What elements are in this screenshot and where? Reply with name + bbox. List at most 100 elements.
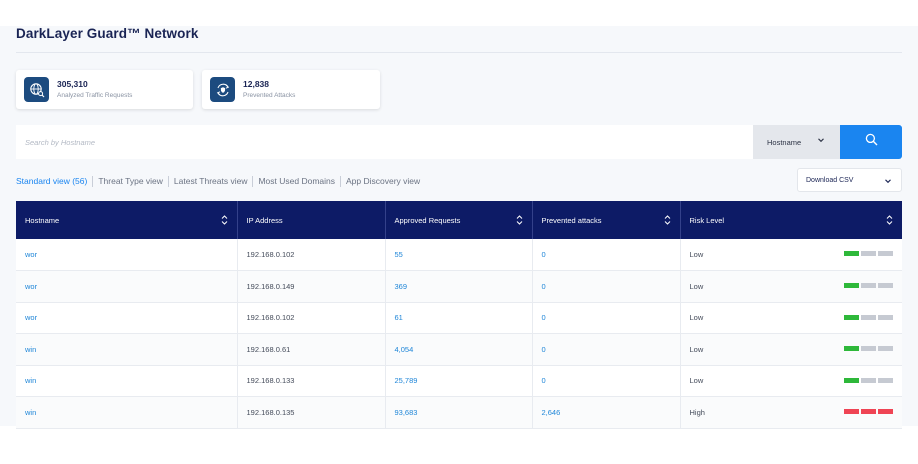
title-divider — [16, 52, 902, 53]
app-window: DarkLayer Guard™ Network 305,310 Analyze… — [0, 0, 918, 464]
table-row[interactable]: win 192.168.0.133 25,789 0 Low — [16, 365, 902, 397]
search-bar: Hostname — [16, 125, 902, 159]
hostname-cell[interactable]: wor — [16, 302, 238, 334]
risk-bar-segment — [844, 409, 859, 414]
risk-bar-segment — [861, 283, 876, 288]
hostname-link[interactable]: win — [25, 376, 36, 385]
search-input[interactable] — [16, 125, 753, 159]
hostname-cell[interactable]: win — [16, 365, 238, 397]
sort-icon[interactable] — [516, 214, 523, 228]
table-row[interactable]: wor 192.168.0.102 55 0 Low — [16, 239, 902, 271]
tab-latest-threats-view[interactable]: Latest Threats view — [169, 175, 253, 187]
tab-app-discovery-view[interactable]: App Discovery view — [341, 175, 425, 187]
column-header-label: Approved Requests — [394, 215, 461, 225]
ip-address-cell: 192.168.0.149 — [237, 270, 386, 303]
download-csv-button[interactable]: Download CSV — [797, 168, 902, 192]
table-row[interactable]: wor 192.168.0.149 369 0 Low — [16, 270, 902, 303]
risk-bar-segment — [861, 314, 876, 320]
risk-level-bars — [844, 346, 893, 351]
tab-standard-view[interactable]: Standard view (56) — [16, 175, 92, 187]
stat-card-attacks: 12,838 Prevented Attacks — [202, 70, 380, 109]
chevron-down-icon — [884, 177, 892, 187]
prevented-attacks-cell[interactable]: 2,646 — [532, 396, 681, 429]
column-header-label: IP Address — [246, 215, 283, 225]
column-header-prevented-attacks[interactable]: Prevented attacks — [532, 201, 681, 239]
hostname-link[interactable]: wor — [25, 313, 37, 322]
view-tabs: Standard view (56) Threat Type view Late… — [16, 175, 425, 187]
redaction-mask — [39, 334, 119, 365]
hostname-cell[interactable]: win — [16, 333, 238, 366]
hostname-cell[interactable]: wor — [16, 270, 238, 303]
column-header-ip-address: IP Address — [237, 201, 386, 239]
column-header-label: Prevented attacks — [541, 215, 602, 225]
risk-bar-segment — [878, 314, 893, 320]
redaction-mask — [39, 302, 119, 333]
prevented-attacks-cell[interactable]: 0 — [532, 270, 681, 303]
risk-bar-segment — [844, 283, 859, 288]
hostname-cell[interactable]: wor — [16, 239, 238, 271]
redaction-mask — [39, 365, 119, 396]
risk-level-cell: Low — [680, 365, 902, 397]
hostname-link[interactable]: win — [25, 408, 36, 417]
hostname-filter-select[interactable]: Hostname — [753, 125, 840, 159]
approved-requests-cell[interactable]: 369 — [385, 270, 533, 303]
risk-level-cell: High — [680, 396, 902, 429]
approved-requests-cell[interactable]: 61 — [385, 302, 533, 334]
redaction-mask — [39, 239, 119, 270]
risk-bar-segment — [878, 409, 893, 414]
stat-value: 305,310 — [57, 79, 88, 89]
sort-icon[interactable] — [886, 214, 893, 228]
column-header-label: Hostname — [25, 215, 60, 225]
risk-level-label: Low — [689, 313, 704, 323]
table-row[interactable]: win 192.168.0.61 4,054 0 Low — [16, 333, 902, 366]
column-header-label: Risk Level — [689, 215, 725, 225]
prevented-attacks-cell[interactable]: 0 — [532, 239, 681, 271]
sort-icon[interactable] — [664, 214, 671, 228]
prevented-attacks-cell[interactable]: 0 — [532, 365, 681, 397]
ip-address-cell: 192.168.0.61 — [237, 333, 386, 366]
tab-threat-type-view[interactable]: Threat Type view — [93, 175, 168, 187]
risk-bar-segment — [861, 251, 876, 256]
risk-bar-segment — [861, 346, 876, 351]
chevron-down-icon — [817, 136, 825, 146]
risk-bar-segment — [861, 377, 876, 383]
risk-level-bars — [844, 377, 893, 383]
sort-icon[interactable] — [221, 214, 228, 228]
risk-level-cell: Low — [680, 302, 902, 334]
risk-bar-segment — [878, 346, 893, 351]
risk-bar-segment — [878, 377, 893, 383]
column-header-risk-level[interactable]: Risk Level — [680, 201, 902, 239]
approved-requests-cell[interactable]: 55 — [385, 239, 533, 271]
risk-level-cell: Low — [680, 270, 902, 303]
search-icon — [865, 133, 878, 151]
risk-bar-segment — [844, 346, 859, 351]
search-button[interactable] — [840, 125, 902, 159]
hostname-link[interactable]: wor — [25, 282, 37, 291]
hostname-link[interactable]: win — [25, 345, 36, 354]
risk-bar-segment — [878, 283, 893, 288]
approved-requests-cell[interactable]: 93,683 — [385, 396, 533, 429]
column-header-hostname[interactable]: Hostname — [16, 201, 238, 239]
risk-level-bars — [844, 314, 893, 320]
approved-requests-cell[interactable]: 4,054 — [385, 333, 533, 366]
hostname-cell[interactable]: win — [16, 396, 238, 429]
ip-address-cell: 192.168.0.102 — [237, 239, 386, 271]
stat-label: Prevented Attacks — [243, 92, 296, 99]
column-header-approved-requests[interactable]: Approved Requests — [385, 201, 533, 239]
risk-bar-segment — [844, 314, 859, 320]
table-row[interactable]: win 192.168.0.135 93,683 2,646 High — [16, 396, 902, 429]
stat-value: 12,838 — [243, 79, 269, 89]
table-header-row: Hostname IP Address Approved Requests Pr… — [16, 201, 902, 239]
tab-most-used-domains[interactable]: Most Used Domains — [253, 175, 340, 187]
table-body: wor 192.168.0.102 55 0 Low wor 192.168.0.149 36… — [16, 239, 902, 429]
table-row[interactable]: wor 192.168.0.102 61 0 Low — [16, 302, 902, 334]
page-title: DarkLayer Guard™ Network — [16, 26, 199, 41]
hostname-link[interactable]: wor — [25, 250, 37, 259]
risk-bar-segment — [861, 409, 876, 414]
approved-requests-cell[interactable]: 25,789 — [385, 365, 533, 397]
stat-card-traffic: 305,310 Analyzed Traffic Requests — [16, 70, 193, 109]
prevented-attacks-cell[interactable]: 0 — [532, 302, 681, 334]
risk-bar-segment — [844, 377, 859, 383]
risk-level-label: Low — [689, 376, 704, 386]
prevented-attacks-cell[interactable]: 0 — [532, 333, 681, 366]
